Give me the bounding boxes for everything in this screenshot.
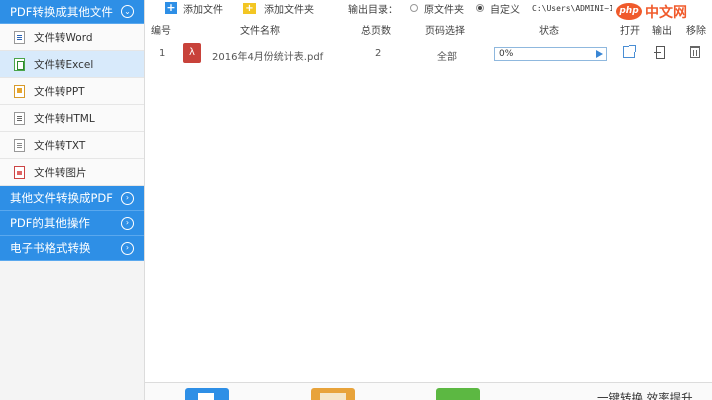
output-path-field[interactable]: C:\Users\ADMINI~1\Desk bbox=[532, 4, 612, 13]
image-icon[interactable] bbox=[311, 388, 355, 400]
sidebar-group-other-to-pdf[interactable]: 其他文件转换成PDF › bbox=[0, 186, 144, 211]
folder-plus-icon: + bbox=[243, 2, 256, 14]
col-output: 输出 bbox=[652, 26, 672, 37]
sidebar-group-ebook[interactable]: 电子书格式转换 › bbox=[0, 236, 144, 261]
word-file-icon bbox=[14, 30, 25, 44]
plus-icon: + bbox=[165, 1, 177, 14]
output-folder-icon[interactable] bbox=[654, 46, 665, 59]
sidebar-item-txt[interactable]: 文件转TXT bbox=[0, 132, 144, 159]
sidebar: PDF转换成其他文件 ⌄ 文件转Word 文件转Excel 文件转PPT 文件转… bbox=[0, 0, 145, 400]
pdf-file-icon: λ bbox=[183, 43, 201, 63]
open-external-icon[interactable] bbox=[623, 45, 636, 58]
col-remove: 移除 bbox=[686, 26, 706, 37]
trash-icon[interactable] bbox=[690, 46, 700, 58]
sidebar-item-label: 文件转TXT bbox=[34, 139, 86, 152]
sidebar-item-word[interactable]: 文件转Word bbox=[0, 24, 144, 51]
convert-icon[interactable] bbox=[436, 388, 480, 400]
sidebar-item-label: 文件转图片 bbox=[34, 166, 87, 179]
image-file-icon bbox=[14, 165, 25, 179]
sidebar-item-ppt[interactable]: 文件转PPT bbox=[0, 78, 144, 105]
watermark-text: 中文网 bbox=[645, 4, 687, 21]
add-file-button[interactable]: + 添加文件 bbox=[165, 1, 223, 16]
row-page-select[interactable]: 全部 bbox=[437, 48, 457, 63]
row-index: 1 bbox=[159, 48, 166, 59]
sidebar-group-label: 电子书格式转换 bbox=[10, 241, 91, 255]
sidebar-item-label: 文件转Excel bbox=[34, 58, 94, 71]
sidebar-item-label: 文件转PPT bbox=[34, 85, 85, 98]
sidebar-item-excel[interactable]: 文件转Excel bbox=[0, 51, 144, 78]
play-icon[interactable] bbox=[596, 50, 603, 58]
col-status: 状态 bbox=[539, 26, 559, 37]
radio-custom[interactable] bbox=[476, 4, 484, 12]
sidebar-item-html[interactable]: 文件转HTML bbox=[0, 105, 144, 132]
chevron-right-icon: › bbox=[121, 241, 134, 255]
progress-text: 0% bbox=[499, 49, 514, 59]
col-page-select: 页码选择 bbox=[425, 26, 465, 37]
html-file-icon bbox=[14, 111, 25, 125]
col-pages: 总页数 bbox=[361, 26, 391, 37]
chevron-right-icon: › bbox=[121, 191, 134, 205]
txt-file-icon bbox=[14, 138, 25, 152]
row-file-name: 2016年4月份统计表.pdf bbox=[212, 52, 324, 63]
document-icon[interactable] bbox=[185, 388, 229, 400]
sidebar-group-label: 其他文件转换成PDF bbox=[10, 191, 113, 205]
col-open: 打开 bbox=[620, 26, 640, 37]
progress-bar: 0% bbox=[494, 47, 607, 61]
sidebar-item-image[interactable]: 文件转图片 bbox=[0, 159, 144, 186]
option-original-label: 原文件夹 bbox=[424, 4, 464, 16]
php-logo: php bbox=[616, 3, 642, 20]
sidebar-item-label: 文件转Word bbox=[34, 31, 93, 44]
table-header: 编号 文件名称 总页数 页码选择 状态 打开 输出 移除 bbox=[145, 22, 712, 37]
output-dir-label: 输出目录： bbox=[348, 4, 398, 16]
watermark: php 中文网 bbox=[616, 2, 687, 21]
col-index: 编号 bbox=[151, 26, 171, 37]
radio-original-folder[interactable] bbox=[410, 4, 418, 12]
table-row[interactable]: 1 λ 2016年4月份统计表.pdf 2 全部 0% bbox=[145, 42, 712, 66]
excel-file-icon bbox=[14, 57, 25, 71]
sidebar-item-label: 文件转HTML bbox=[34, 112, 95, 125]
chevron-down-icon: ⌄ bbox=[121, 5, 134, 18]
add-folder-label: 添加文件夹 bbox=[264, 4, 314, 16]
sidebar-group-label: PDF的其他操作 bbox=[10, 216, 90, 230]
chevron-right-icon: › bbox=[121, 216, 134, 230]
sidebar-group-pdf-to-other[interactable]: PDF转换成其他文件 ⌄ bbox=[0, 0, 144, 24]
add-folder-button[interactable]: + 添加文件夹 bbox=[243, 1, 314, 16]
sidebar-group-label: PDF转换成其他文件 bbox=[10, 4, 113, 19]
ppt-file-icon bbox=[14, 84, 25, 98]
row-pages: 2 bbox=[375, 48, 382, 59]
add-file-label: 添加文件 bbox=[183, 4, 223, 16]
sidebar-group-pdf-other-ops[interactable]: PDF的其他操作 › bbox=[0, 211, 144, 236]
bottom-bar: 一键转换 效率提升 bbox=[145, 382, 712, 400]
col-name: 文件名称 bbox=[240, 26, 280, 37]
option-custom-label: 自定义 bbox=[490, 4, 520, 16]
slogan-text: 一键转换 效率提升 bbox=[597, 391, 693, 400]
